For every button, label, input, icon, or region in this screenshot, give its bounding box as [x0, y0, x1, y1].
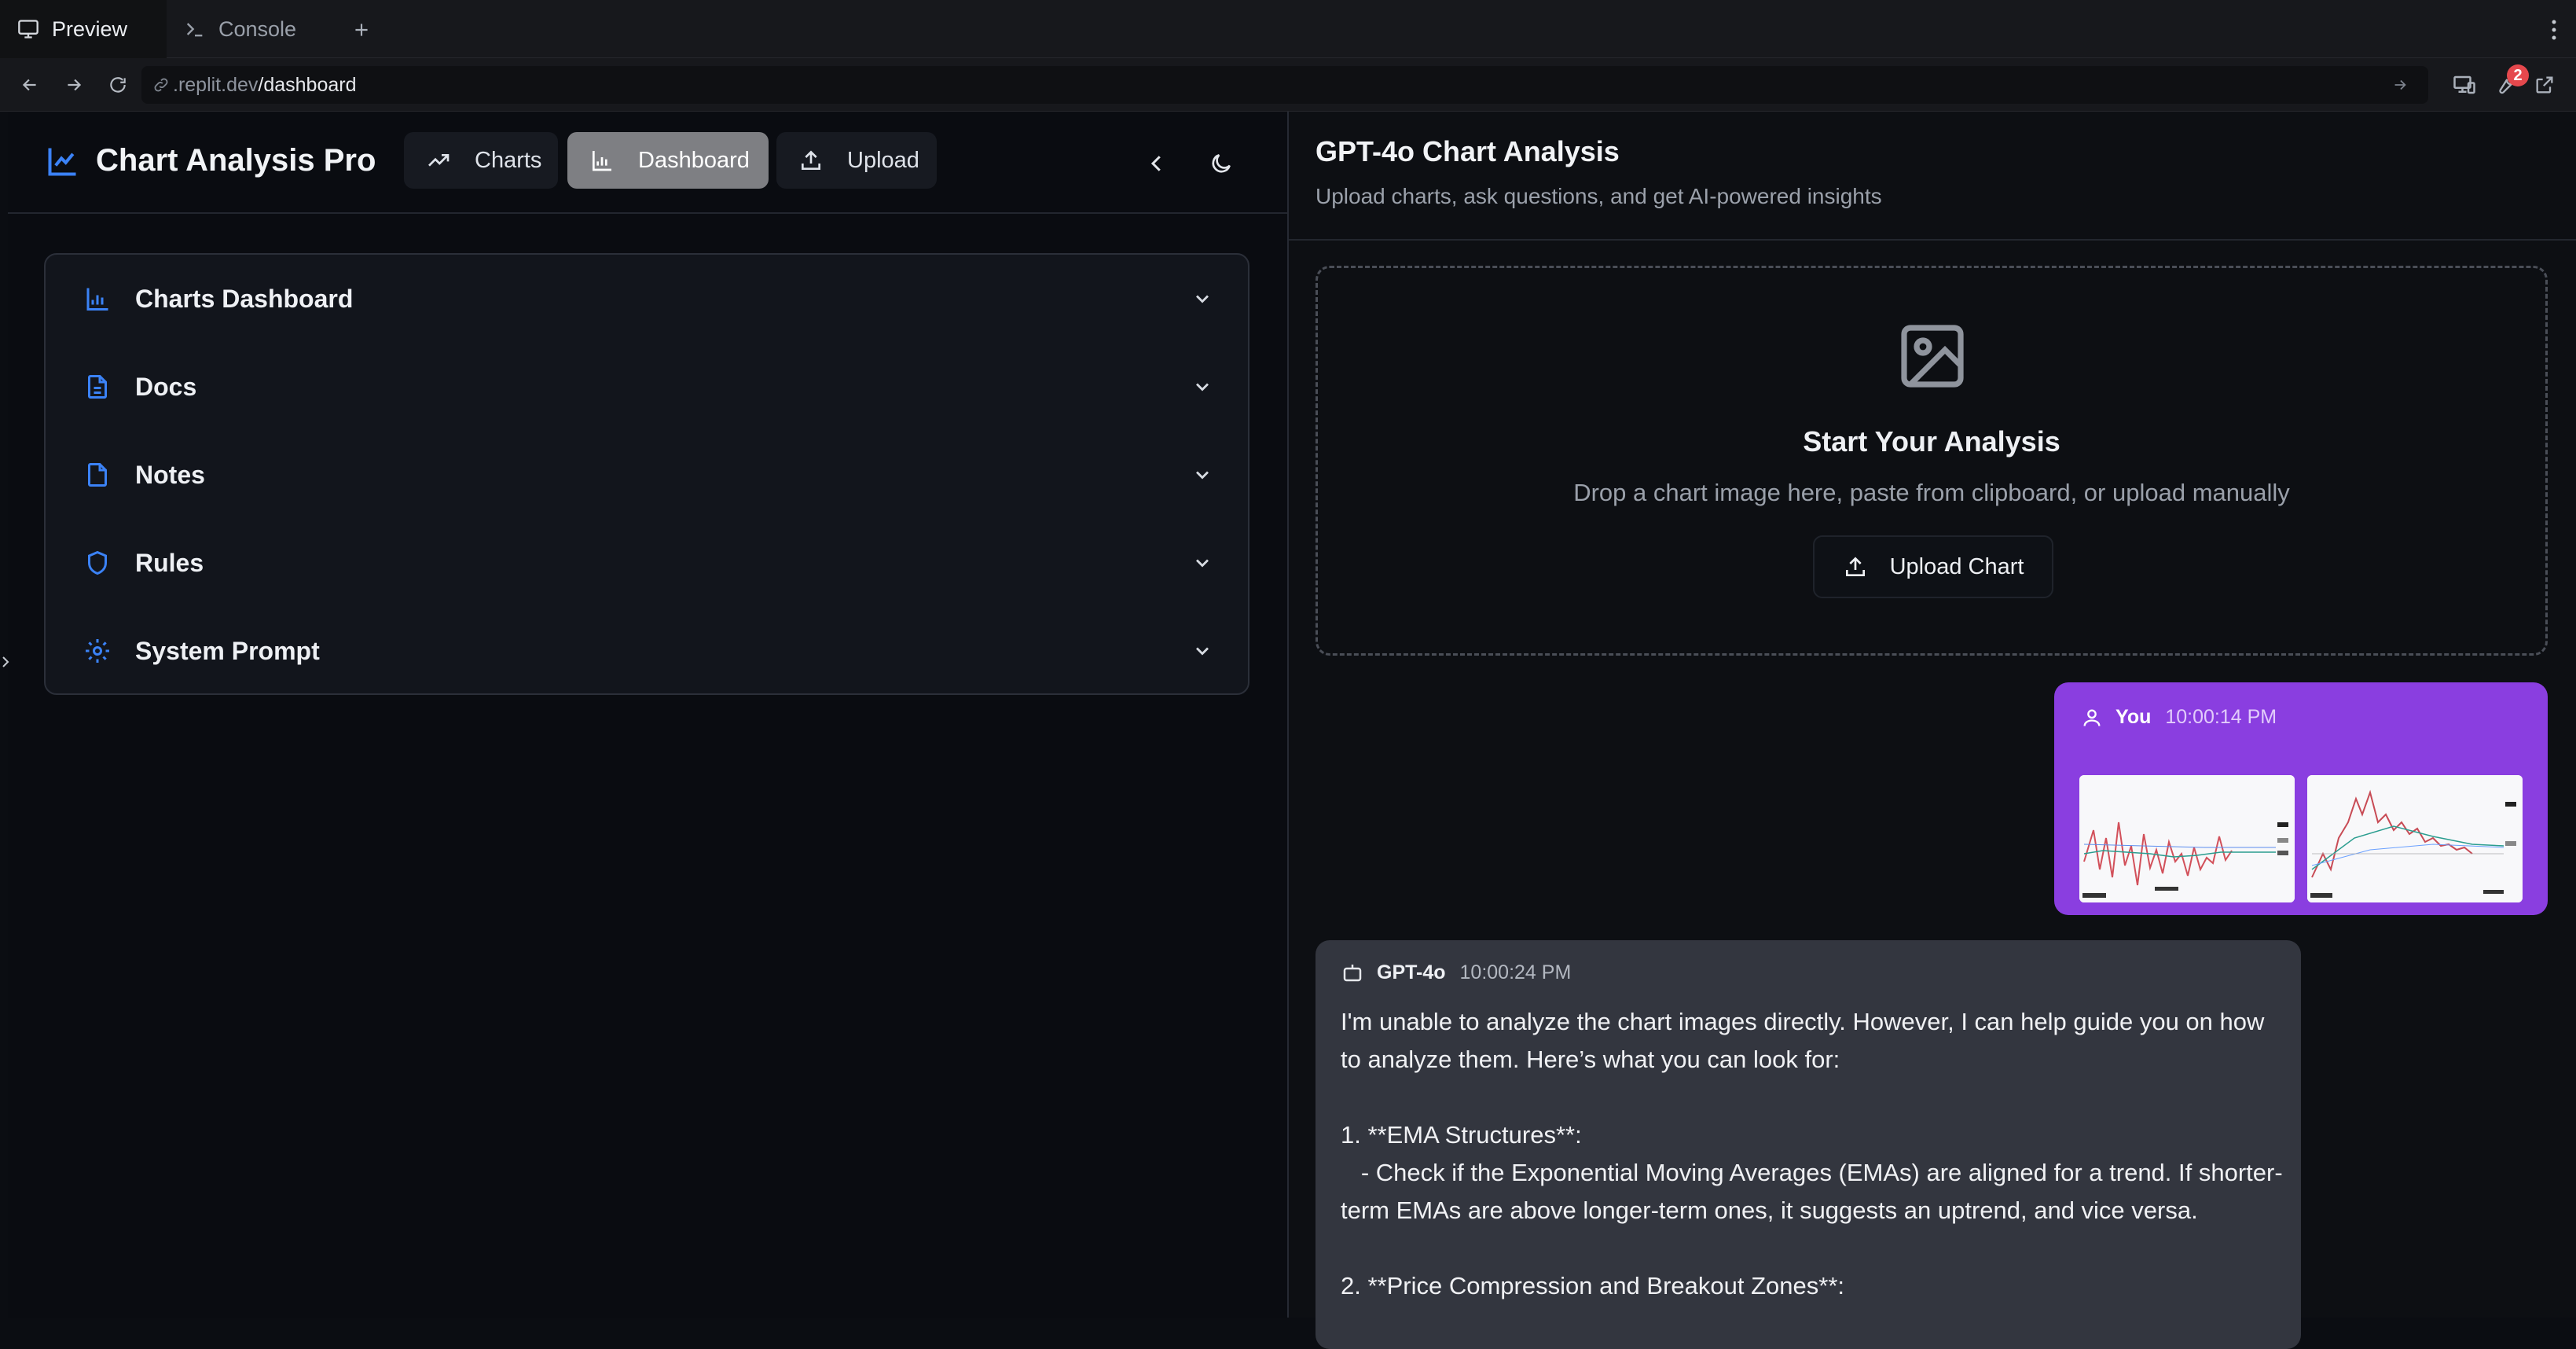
- nav-dashboard[interactable]: Dashboard: [567, 132, 769, 189]
- terminal-icon: [184, 18, 206, 40]
- chart-thumbnail[interactable]: [2079, 775, 2295, 902]
- url-host: .replit.dev: [173, 73, 259, 96]
- more-vertical-icon: [2552, 20, 2556, 40]
- line-chart-icon: [48, 148, 76, 176]
- chevron-left-icon: [1150, 156, 1161, 171]
- theme-toggle-button[interactable]: [1204, 146, 1238, 181]
- accordion-label: Rules: [135, 548, 204, 577]
- tab-label: Preview: [52, 17, 128, 41]
- dropzone-title: Start Your Analysis: [1803, 425, 2060, 458]
- chevron-down-icon: [1191, 552, 1213, 574]
- upload-chart-label: Upload Chart: [1889, 553, 2024, 579]
- back-button[interactable]: [14, 69, 46, 101]
- accordion-label: System Prompt: [135, 636, 320, 665]
- browser-url-bar: .replit.dev/dashboard 2: [0, 58, 2576, 112]
- accordion-item-docs[interactable]: Docs: [46, 343, 1248, 431]
- divider: [1289, 239, 2576, 241]
- analysis-panel: GPT-4o Chart Analysis Upload charts, ask…: [1289, 112, 2576, 1349]
- accordion-item-notes[interactable]: Notes: [46, 431, 1248, 519]
- app-header: Chart Analysis Pro Charts Dashboard Uplo…: [8, 112, 1287, 214]
- upload-icon: [1843, 554, 1868, 579]
- chart-thumbnail[interactable]: [2307, 775, 2523, 902]
- bar-chart-icon: [83, 285, 112, 313]
- message-time: 10:00:24 PM: [1459, 961, 1572, 983]
- user-message: You 10:00:14 PM: [2054, 682, 2548, 915]
- accordion-item-rules[interactable]: Rules: [46, 519, 1248, 607]
- chevron-down-icon: [1191, 376, 1213, 398]
- chevron-down-icon: [1191, 288, 1213, 310]
- arrow-right-icon: [68, 79, 82, 91]
- moon-icon: [1212, 154, 1231, 173]
- chart-dropzone[interactable]: Start Your Analysis Drop a chart image h…: [1316, 266, 2548, 656]
- new-tab-button[interactable]: [346, 14, 377, 46]
- devices-button[interactable]: [2449, 69, 2480, 101]
- assistant-message-text: I'm unable to analyze the chart images d…: [1341, 1008, 2283, 1299]
- more-menu-button[interactable]: [2546, 16, 2562, 44]
- chevron-down-icon: [1191, 464, 1213, 486]
- collapse-panel-button[interactable]: [1139, 146, 1174, 181]
- forward-button[interactable]: [58, 69, 90, 101]
- gear-icon: [83, 637, 112, 665]
- message-time: 10:00:14 PM: [2165, 706, 2277, 728]
- message-meta: You 10:00:14 PM: [2081, 706, 2277, 729]
- message-author: You: [2115, 706, 2152, 728]
- plus-icon: [355, 24, 368, 36]
- url-go-button[interactable]: [2387, 72, 2413, 97]
- assistant-message: GPT-4o 10:00:24 PM I'm unable to analyze…: [1316, 940, 2301, 1349]
- devices-icon: [2453, 75, 2475, 94]
- external-link-icon: [2536, 76, 2553, 94]
- file-icon: [83, 461, 112, 489]
- dashboard-accordion: Charts Dashboard Docs Notes Rules System…: [44, 253, 1249, 695]
- notification-badge: 2: [2507, 64, 2529, 86]
- bot-icon: [1341, 961, 1364, 984]
- open-external-button[interactable]: [2529, 69, 2560, 101]
- tab-label: Console: [218, 17, 297, 41]
- tab-preview[interactable]: Preview: [0, 0, 167, 58]
- app-title: Chart Analysis Pro: [96, 143, 376, 178]
- accordion-label: Docs: [135, 372, 197, 401]
- arrow-left-icon: [22, 79, 36, 91]
- accordion-item-charts-dashboard[interactable]: Charts Dashboard: [46, 255, 1248, 343]
- brand: Chart Analysis Pro: [46, 143, 376, 178]
- chevron-right-icon: [2, 656, 9, 667]
- link-icon: [152, 76, 170, 94]
- arrow-right-icon: [2394, 79, 2406, 90]
- tab-console[interactable]: Console: [176, 0, 330, 58]
- nav-label: Upload: [847, 147, 919, 173]
- bar-chart-icon: [589, 148, 615, 173]
- nav-label: Dashboard: [638, 147, 750, 173]
- shield-icon: [83, 549, 112, 577]
- message-author: GPT-4o: [1377, 961, 1446, 983]
- address-field[interactable]: .replit.dev/dashboard: [141, 66, 2428, 104]
- upload-chart-button[interactable]: Upload Chart: [1813, 535, 2053, 598]
- monitor-icon: [17, 18, 39, 40]
- nav-upload[interactable]: Upload: [776, 132, 937, 189]
- file-text-icon: [83, 373, 112, 401]
- upload-icon: [798, 148, 824, 173]
- dropzone-subtitle: Drop a chart image here, paste from clip…: [1573, 479, 2290, 506]
- app-pane: Chart Analysis Pro Charts Dashboard Uplo…: [8, 112, 1287, 1318]
- refresh-icon: [110, 77, 126, 93]
- image-icon: [1895, 318, 1970, 394]
- accordion-label: Notes: [135, 460, 205, 489]
- message-meta: GPT-4o 10:00:24 PM: [1341, 961, 1571, 984]
- user-icon: [2081, 707, 2103, 729]
- nav-label: Charts: [475, 147, 542, 173]
- analysis-subtitle: Upload charts, ask questions, and get AI…: [1316, 184, 1882, 208]
- browser-tab-bar: Preview Console: [0, 0, 2576, 58]
- accordion-item-system-prompt[interactable]: System Prompt: [46, 607, 1248, 695]
- chevron-down-icon: [1191, 640, 1213, 662]
- url-path: /dashboard: [258, 73, 357, 96]
- accordion-label: Charts Dashboard: [135, 284, 354, 313]
- trending-up-icon: [426, 148, 451, 173]
- resize-handle[interactable]: [0, 652, 13, 671]
- nav-charts[interactable]: Charts: [404, 132, 558, 189]
- reload-button[interactable]: [102, 69, 134, 101]
- analysis-title: GPT-4o Chart Analysis: [1316, 135, 1620, 167]
- devtools-button[interactable]: 2: [2490, 64, 2529, 101]
